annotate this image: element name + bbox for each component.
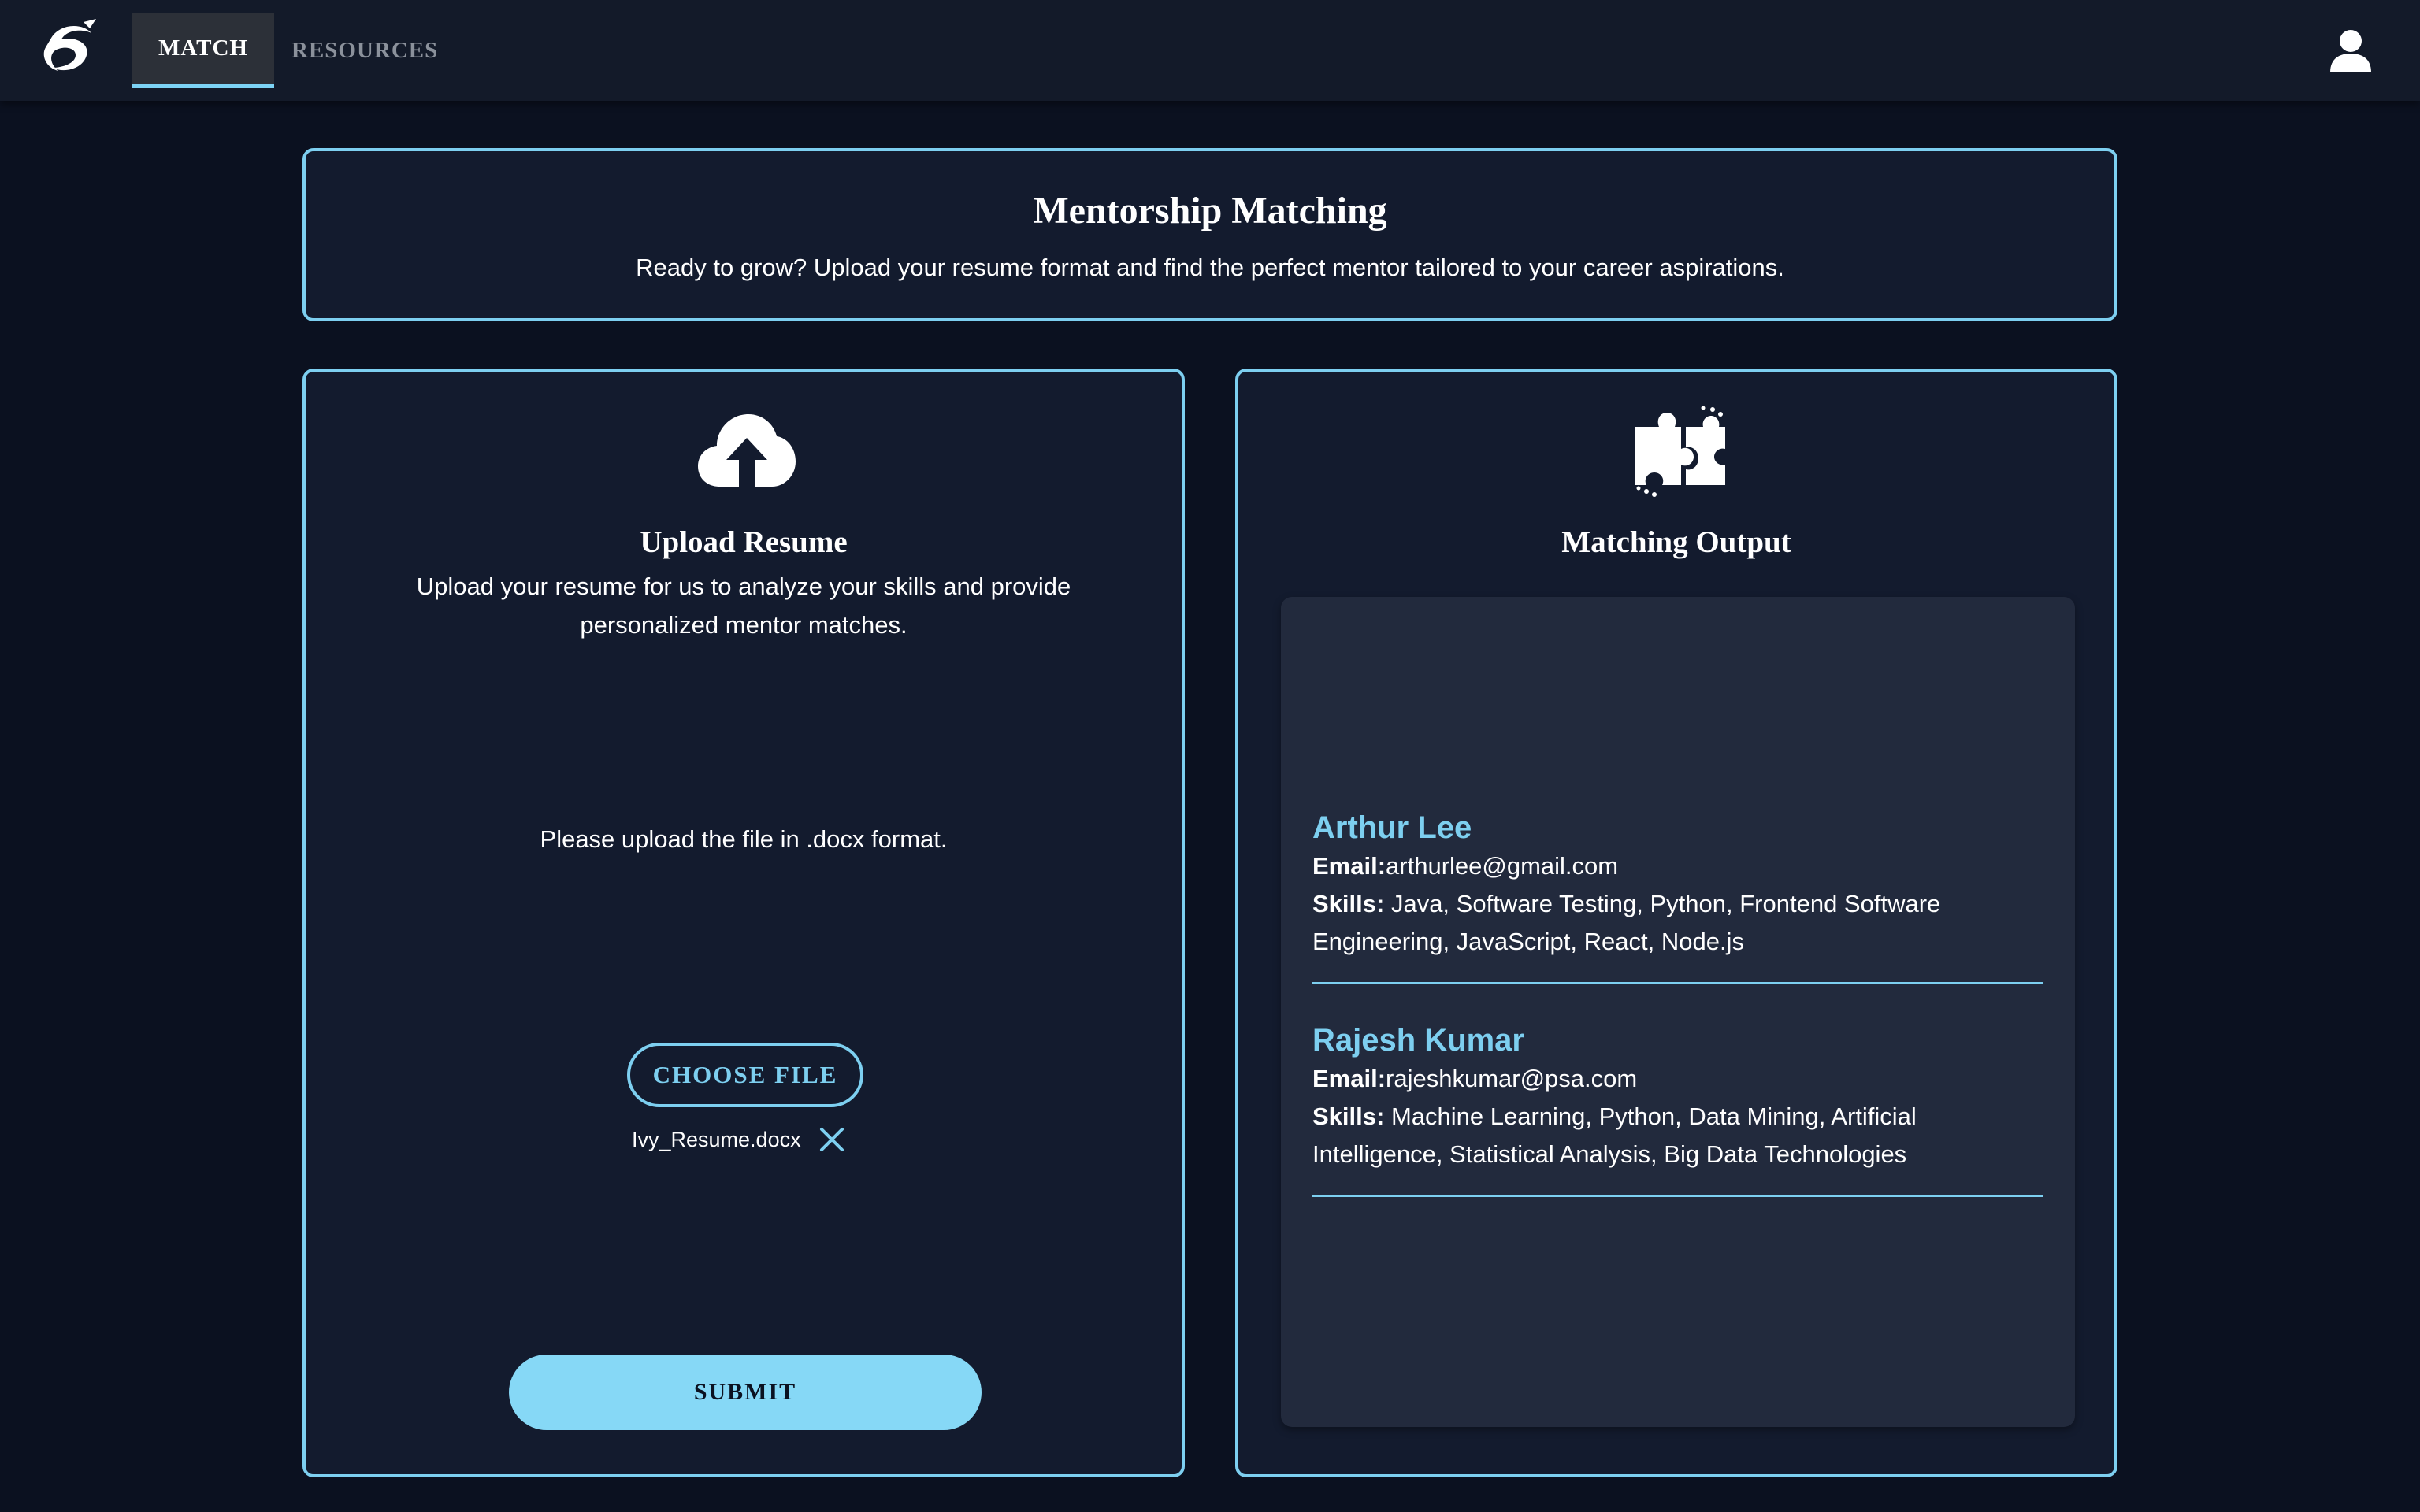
logo-icon[interactable] (35, 16, 106, 87)
skills-label: Skills: (1312, 1102, 1385, 1130)
mentor-email: arthurlee@gmail.com (1386, 852, 1619, 880)
matching-results-panel[interactable]: Arthur Lee Email:arthurlee@gmail.com Ski… (1281, 597, 2075, 1427)
email-label: Email: (1312, 852, 1386, 880)
mentor-skills: Machine Learning, Python, Data Mining, A… (1312, 1102, 1917, 1168)
page-title: Mentorship Matching (1033, 190, 1387, 232)
choose-file-button[interactable]: CHOOSE FILE (627, 1043, 863, 1107)
submit-button[interactable]: SUBMIT (509, 1354, 982, 1430)
mentor-skills: Java, Software Testing, Python, Frontend… (1312, 890, 1941, 955)
mentor-email-row: Email:rajeshkumar@psa.com (1312, 1060, 2043, 1098)
user-profile-icon[interactable] (2329, 28, 2373, 72)
mentor-email: rajeshkumar@psa.com (1386, 1065, 1638, 1092)
mentor-result-item: Arthur Lee Email:arthurlee@gmail.com Ski… (1312, 808, 2043, 984)
puzzle-icon (1635, 406, 1725, 497)
mentor-email-row: Email:arthurlee@gmail.com (1312, 847, 2043, 885)
selected-file: Ivy_Resume.docx (632, 1123, 845, 1156)
page-subtitle: Ready to grow? Upload your resume format… (636, 254, 1784, 281)
skills-label: Skills: (1312, 890, 1385, 917)
mentor-skills-row: Skills: Machine Learning, Python, Data M… (1312, 1098, 2043, 1173)
email-label: Email: (1312, 1065, 1386, 1092)
top-nav-bar: MATCH RESOURCES (0, 0, 2420, 101)
mentor-skills-row: Skills: Java, Software Testing, Python, … (1312, 885, 2043, 961)
file-name: Ivy_Resume.docx (632, 1127, 801, 1151)
close-icon[interactable] (818, 1126, 845, 1153)
tab-resources[interactable]: RESOURCES (291, 13, 449, 88)
upload-description: Upload your resume for us to analyze you… (416, 573, 1071, 639)
upload-resume-card: Upload Resume Upload your resume for us … (302, 369, 1185, 1477)
upload-format-note: Please upload the file in .docx format. (540, 825, 948, 853)
cloud-upload-icon (698, 414, 796, 487)
header-card: Mentorship Matching Ready to grow? Uploa… (302, 148, 2118, 321)
tab-match[interactable]: MATCH (132, 13, 274, 88)
matching-output-card: Matching Output Arthur Lee Email:arthurl… (1235, 369, 2118, 1477)
mentor-name: Arthur Lee (1312, 810, 1472, 845)
mentor-name: Rajesh Kumar (1312, 1023, 1524, 1058)
output-title: Matching Output (1561, 525, 1791, 559)
upload-title: Upload Resume (640, 525, 848, 559)
mentor-result-item: Rajesh Kumar Email:rajeshkumar@psa.com S… (1312, 1021, 2043, 1197)
